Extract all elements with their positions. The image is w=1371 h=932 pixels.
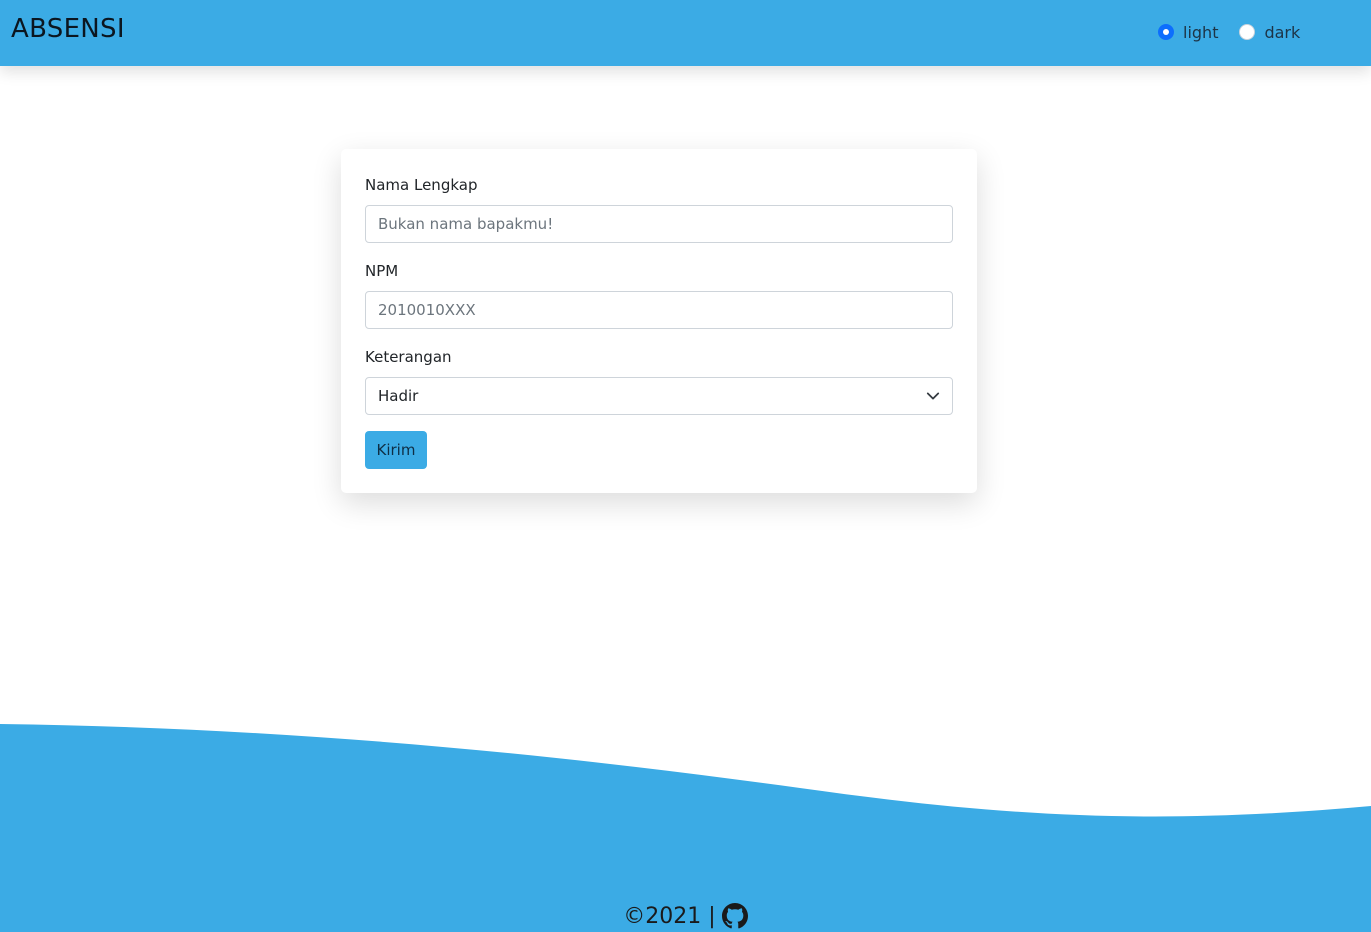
name-label: Nama Lengkap bbox=[365, 176, 478, 194]
attendance-form-card: Nama Lengkap NPM Keterangan Hadir Kirim bbox=[341, 149, 977, 493]
light-radio-label: light bbox=[1183, 22, 1219, 42]
light-radio[interactable] bbox=[1158, 24, 1174, 40]
dark-radio-label: dark bbox=[1264, 22, 1301, 42]
copyright-text: ©2021 | bbox=[623, 903, 716, 929]
theme-option-dark[interactable]: dark bbox=[1239, 23, 1300, 42]
github-icon[interactable] bbox=[721, 903, 748, 929]
footer-wave bbox=[0, 724, 1371, 932]
keterangan-label: Keterangan bbox=[365, 348, 452, 366]
theme-toggle: light dark bbox=[1158, 20, 1300, 44]
dark-radio[interactable] bbox=[1239, 24, 1256, 40]
name-input[interactable] bbox=[365, 205, 953, 243]
keterangan-select[interactable]: Hadir bbox=[365, 377, 953, 415]
chevron-down-icon bbox=[926, 392, 940, 400]
submit-button[interactable]: Kirim bbox=[365, 431, 427, 469]
keterangan-selected-value: Hadir bbox=[378, 387, 419, 405]
npm-label: NPM bbox=[365, 262, 399, 280]
theme-option-light[interactable]: light bbox=[1158, 23, 1218, 42]
footer: ©2021 | bbox=[0, 900, 1371, 932]
navbar: ABSENSI light dark bbox=[0, 0, 1371, 66]
npm-input[interactable] bbox=[365, 291, 953, 329]
brand-title: ABSENSI bbox=[11, 14, 125, 44]
